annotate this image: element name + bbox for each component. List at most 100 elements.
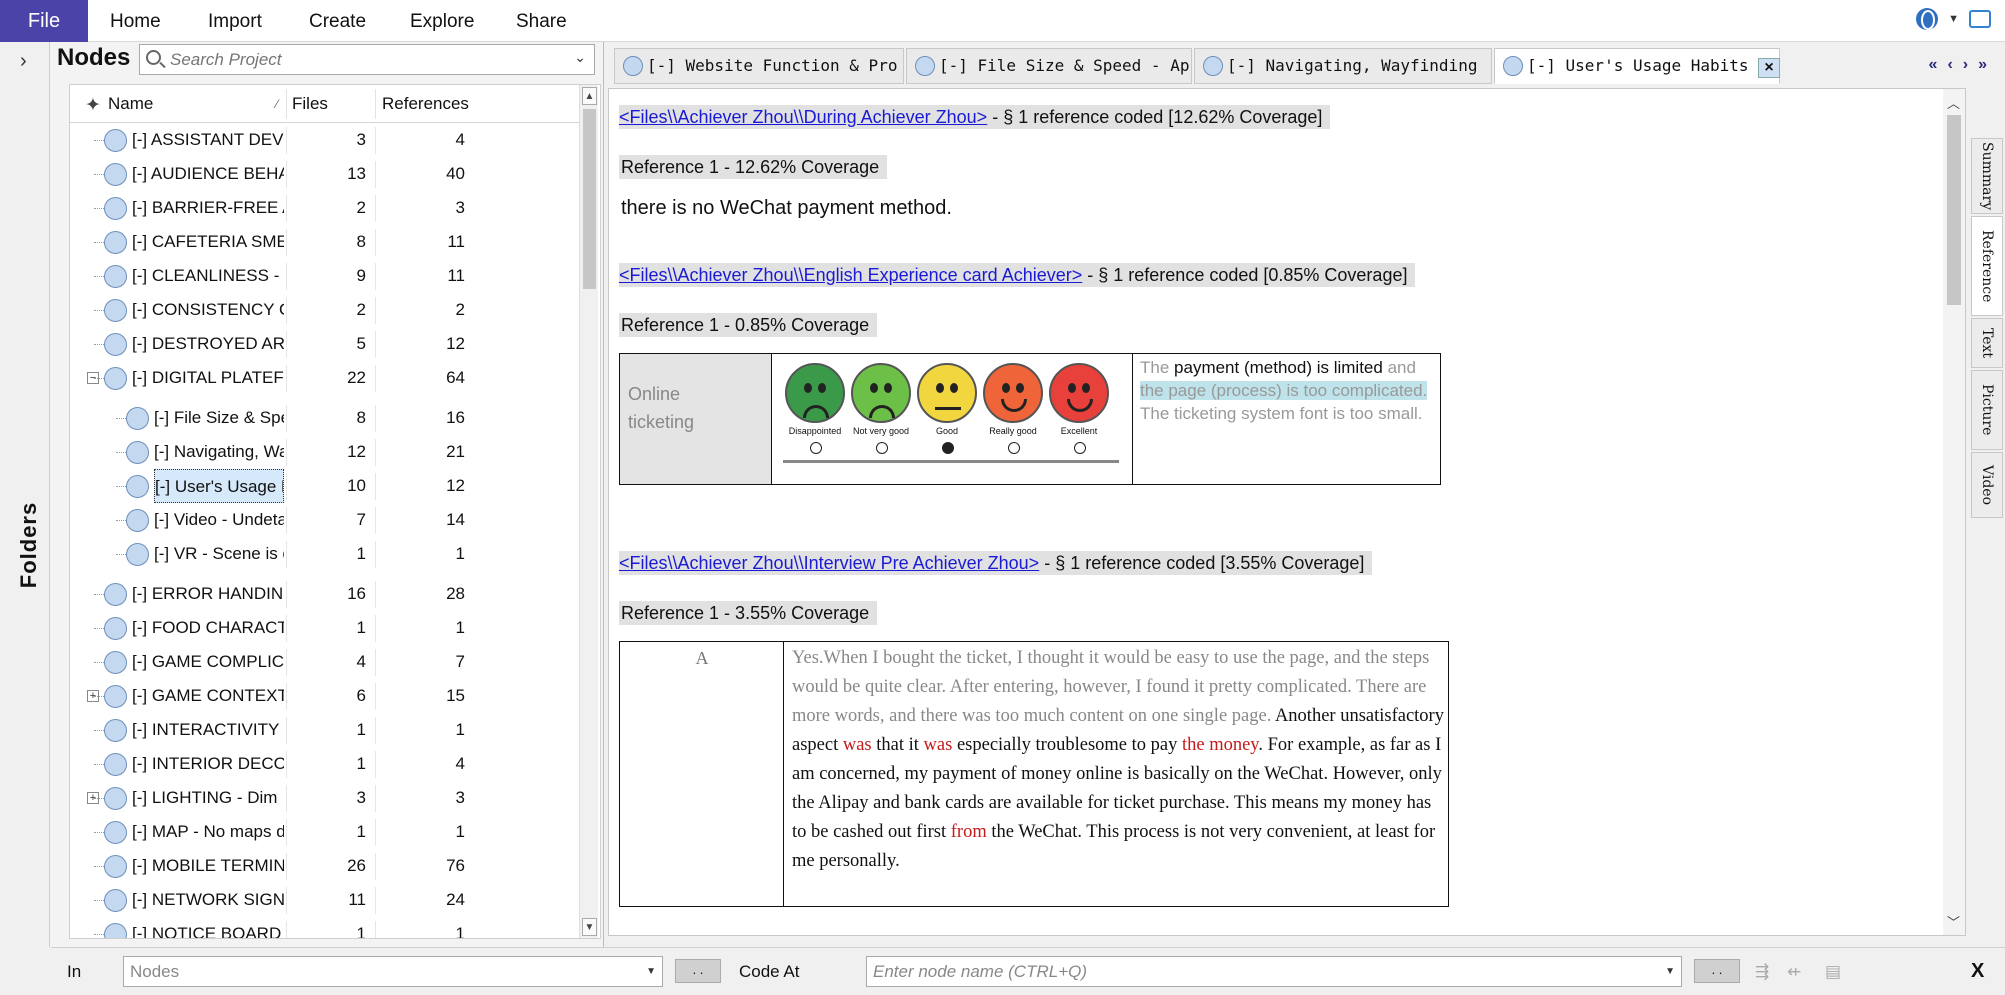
tree-row[interactable]: [-] CAFETERIA SMELL - 8 11	[70, 225, 583, 259]
tree-row[interactable]: [-] CLEANLINESS - Poor 9 11	[70, 259, 583, 293]
chevron-down-icon[interactable]: ⌄	[574, 49, 586, 66]
tree-row[interactable]: [-] ERROR HANDING - 16 28	[70, 577, 583, 611]
close-bar-button[interactable]: X	[1971, 948, 1984, 995]
tree-row[interactable]: + [-] GAME CONTEXT 6 15	[70, 679, 583, 713]
column-header-name[interactable]: Name	[108, 85, 153, 123]
menu-home[interactable]: Home	[110, 0, 161, 42]
highlight-icon[interactable]: ▤	[1825, 962, 1843, 981]
tree-row[interactable]: [-] User's Usage Hab 10 12	[70, 469, 583, 503]
tree-row[interactable]: [-] File Size & Speed 8 16	[70, 401, 583, 435]
tree-row[interactable]: [-] BARRIER-FREE ACCE 2 3	[70, 191, 583, 225]
menu-create[interactable]: Create	[309, 0, 366, 42]
tree-row[interactable]: [-] MAP - No maps distr 1 1	[70, 815, 583, 849]
code-icon[interactable]: ⇶	[1755, 962, 1773, 981]
tab-summary[interactable]: Summary	[1971, 138, 2003, 214]
tree-row[interactable]: [-] FOOD CHARACTERIS 1 1	[70, 611, 583, 645]
tree-connector	[94, 730, 104, 731]
rating-baseline	[783, 460, 1119, 463]
detail-panel: [-] Website Function & Pro [-] File Size…	[606, 42, 2005, 947]
menu-explore[interactable]: Explore	[410, 0, 474, 42]
scroll-up-icon[interactable]: ︿	[1947, 93, 1960, 112]
interview-segment: the money	[1181, 735, 1259, 755]
tree-row[interactable]: [-] GAME COMPLICATE 4 7	[70, 645, 583, 679]
node-icon	[1503, 56, 1523, 76]
tree-row[interactable]: [-] MOBILE TERMINATIO 26 76	[70, 849, 583, 883]
rating-radio[interactable]	[810, 442, 822, 454]
chevron-down-icon[interactable]: ▼	[1665, 957, 1675, 986]
chevron-right-icon[interactable]: ›	[20, 50, 27, 73]
rating-face-icon	[917, 363, 977, 423]
tree-connector	[116, 520, 126, 521]
tree-row[interactable]: [-] NETWORK SIGNAL - 11 24	[70, 883, 583, 917]
rating-radio[interactable]	[1008, 442, 1020, 454]
column-header-references[interactable]: References	[382, 85, 469, 123]
scroll-thumb[interactable]	[1947, 115, 1961, 305]
tab-website-function[interactable]: [-] Website Function & Pro	[614, 48, 904, 84]
folders-label[interactable]: Folders	[16, 502, 42, 588]
nodes-panel: Nodes ⌄ ✦ Name ⁄ Files References [-] AS…	[51, 42, 604, 947]
tree-row[interactable]: [-] VR - Scene is dim 1 1	[70, 537, 583, 571]
tree-row[interactable]: [-] AUDIENCE BEHAVIO 13 40	[70, 157, 583, 191]
menu-share[interactable]: Share	[516, 0, 567, 42]
browse-in-button[interactable]: . .	[675, 959, 721, 983]
menu-bar: File Home Import Create Explore Share ▼	[0, 0, 2005, 42]
scroll-thumb[interactable]	[583, 109, 596, 289]
search-box[interactable]: ⌄	[139, 44, 595, 75]
browse-node-button[interactable]: . .	[1694, 959, 1740, 983]
tree-row[interactable]: [-] Video - Undetaile 7 14	[70, 503, 583, 537]
rating-radio[interactable]	[942, 442, 954, 454]
tree-row[interactable]: [-] NOTICE BOARD - Ins 1 1	[70, 917, 583, 938]
node-name-field[interactable]: Enter node name (CTRL+Q) ▼	[866, 956, 1682, 987]
scroll-down-icon[interactable]: ﹀	[1947, 912, 1960, 931]
chevron-down-icon[interactable]: ▼	[1948, 13, 1959, 25]
chevron-down-icon[interactable]: ▼	[646, 957, 656, 986]
node-references-count: 2	[455, 300, 465, 319]
node-icon	[915, 56, 935, 76]
tree-row[interactable]: [-] INTERACTIVITY - No 1 1	[70, 713, 583, 747]
menu-import[interactable]: Import	[208, 0, 262, 42]
file-menu-button[interactable]: File	[0, 0, 88, 42]
node-files-count: 3	[356, 788, 366, 807]
tab-picture[interactable]: Picture	[1971, 370, 2003, 450]
tree-row[interactable]: [-] CONSISTENCY ONLI 2 2	[70, 293, 583, 327]
tab-users-usage-habits[interactable]: [-] User's Usage Habits -	[1494, 48, 1780, 84]
tab-text[interactable]: Text	[1971, 318, 2003, 368]
chat-icon[interactable]	[1969, 10, 1991, 28]
tree-scrollbar[interactable]: ▲ ▼	[579, 85, 598, 938]
scroll-down-icon[interactable]: ▼	[582, 918, 597, 936]
scroll-up-icon[interactable]: ▲	[582, 87, 597, 105]
search-input[interactable]	[170, 48, 550, 72]
close-tab-icon[interactable]: ×	[1758, 58, 1780, 78]
node-icon	[104, 753, 127, 776]
tab-video[interactable]: Video	[1971, 452, 2003, 518]
tree-row[interactable]: −[-] DIGITAL PLATEFORM2264	[70, 361, 583, 395]
document-scrollbar[interactable]: ︿ ﹀	[1943, 89, 1965, 935]
tree-row[interactable]: [-] DESTROYED ARCHIT 5 12	[70, 327, 583, 361]
in-selector[interactable]: Nodes ▼	[123, 956, 663, 987]
node-references-count: 28	[446, 584, 465, 603]
node-files-count: 11	[348, 890, 366, 909]
column-header-files[interactable]: Files	[292, 85, 328, 123]
tab-file-size-speed[interactable]: [-] File Size & Speed - Ap	[906, 48, 1192, 84]
mouth	[1001, 399, 1027, 412]
folders-strip: › Folders	[0, 42, 50, 947]
tab-navigation-buttons[interactable]: «‹›»	[1929, 56, 1997, 74]
tree-row[interactable]: [-] Navigating, Wayfi 12 21	[70, 435, 583, 469]
tree-row[interactable]: [-] INTERIOR DECORATI 1 4	[70, 747, 583, 781]
tree-row[interactable]: [-] ASSISTANT DEVICE - 3 4	[70, 123, 583, 157]
source-link[interactable]: <Files\\Achiever Zhou\\During Achiever Z…	[619, 107, 987, 127]
rating-radio[interactable]	[876, 442, 888, 454]
uncode-icon[interactable]: ⇷	[1787, 962, 1805, 981]
node-references-count: 21	[446, 442, 465, 461]
eye	[1016, 383, 1024, 393]
pin-icon[interactable]: ✦	[85, 94, 101, 117]
globe-icon[interactable]	[1916, 8, 1939, 30]
tree-connector	[94, 696, 104, 697]
rating-radio[interactable]	[1074, 442, 1086, 454]
node-name: [-] CAFETERIA SMELL -	[132, 232, 284, 251]
tree-row[interactable]: + [-] LIGHTING - Dim 3 3	[70, 781, 583, 815]
tab-reference[interactable]: Reference	[1971, 216, 2003, 316]
source-link[interactable]: <Files\\Achiever Zhou\\Interview Pre Ach…	[619, 553, 1039, 573]
tab-navigating[interactable]: [-] Navigating, Wayfinding	[1194, 48, 1492, 84]
source-link[interactable]: <Files\\Achiever Zhou\\English Experienc…	[619, 265, 1082, 285]
